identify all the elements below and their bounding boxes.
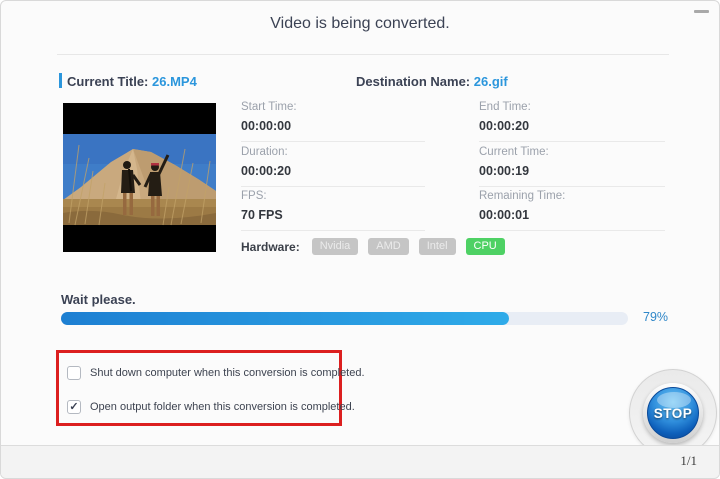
shutdown-label[interactable]: Shut down computer when this conversion …: [90, 367, 365, 379]
option-open-folder[interactable]: ✓ Open output folder when this conversio…: [67, 400, 355, 414]
current-title-label: Current Title:: [67, 74, 152, 89]
hardware-option-intel[interactable]: Intel: [418, 238, 456, 255]
converter-window: Video is being converted. Current Title:…: [0, 0, 720, 479]
duration-value: 00:00:20: [241, 164, 292, 178]
option-shutdown[interactable]: Shut down computer when this conversion …: [67, 366, 365, 380]
page-title: Video is being converted.: [270, 15, 450, 32]
footer-bar: 1/1: [1, 445, 719, 478]
open-folder-checkbox[interactable]: ✓: [67, 400, 81, 414]
accent-bar: [59, 73, 62, 88]
start-time-label: Start Time:: [241, 101, 297, 113]
progress-percent: 79%: [643, 310, 669, 324]
remaining-time-label: Remaining Time:: [479, 190, 566, 202]
end-time-value: 00:00:20: [479, 119, 530, 133]
header-divider: [57, 54, 669, 55]
minimize-button[interactable]: [655, 1, 719, 27]
hardware-label: Hardware:: [241, 239, 300, 254]
hardware-option-cpu[interactable]: CPU: [465, 238, 505, 255]
progress-bar: [61, 312, 628, 325]
hardware-option-nvidia[interactable]: Nvidia: [311, 238, 359, 255]
page-indicator: 1/1: [680, 453, 697, 468]
end-time-label: End Time:: [479, 101, 531, 113]
start-time-value: 00:00:00: [241, 119, 292, 133]
info-duration: Duration: 00:00:20: [241, 145, 425, 187]
hardware-option-amd[interactable]: AMD: [368, 238, 409, 255]
minimize-icon: [694, 10, 709, 13]
destination-name: Destination Name: 26.gif: [356, 74, 508, 89]
highlight-red-box: [56, 350, 342, 426]
info-fps: FPS: 70 FPS: [241, 189, 425, 231]
destination-label: Destination Name:: [356, 74, 474, 89]
destination-value: 26.gif: [473, 74, 508, 89]
stop-button[interactable]: STOP: [643, 383, 703, 443]
info-remaining-time: Remaining Time: 00:00:01: [479, 189, 665, 231]
remaining-time-value: 00:00:01: [479, 208, 530, 222]
progress-fill: [61, 312, 509, 325]
current-title-value: 26.MP4: [152, 74, 197, 89]
info-end-time: End Time: 00:00:20: [479, 100, 665, 142]
stop-button-face: STOP: [647, 387, 699, 439]
progress-status-text: Wait please.: [61, 292, 136, 307]
hardware-row: Hardware: Nvidia AMD Intel CPU: [241, 238, 515, 255]
shutdown-checkbox[interactable]: [67, 366, 81, 380]
video-thumbnail-image: [63, 103, 216, 252]
info-start-time: Start Time: 00:00:00: [241, 100, 425, 142]
fps-value: 70 FPS: [241, 208, 283, 222]
video-thumbnail: [63, 103, 216, 252]
fps-label: FPS:: [241, 190, 267, 202]
current-time-value: 00:00:19: [479, 164, 530, 178]
info-current-time: Current Time: 00:00:19: [479, 145, 665, 187]
current-time-label: Current Time:: [479, 146, 549, 158]
current-title: Current Title: 26.MP4: [67, 74, 197, 89]
stop-button-label: STOP: [653, 405, 693, 421]
duration-label: Duration:: [241, 146, 288, 158]
open-folder-label[interactable]: Open output folder when this conversion …: [90, 401, 355, 413]
